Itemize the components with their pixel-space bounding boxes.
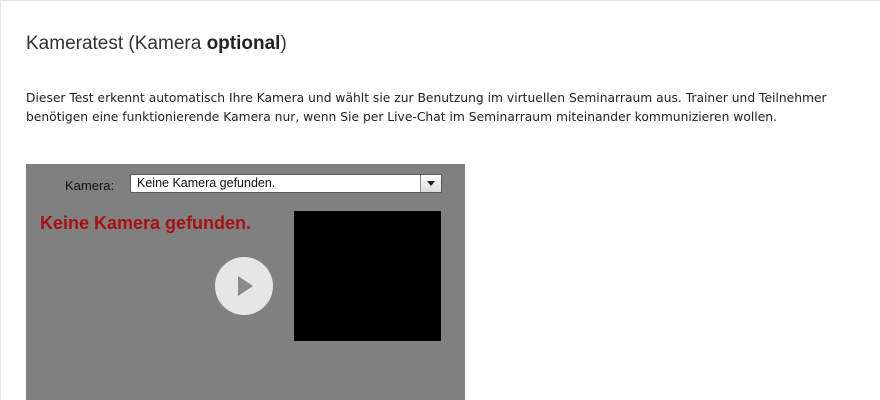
- no-camera-error: Keine Kamera gefunden.: [40, 213, 252, 233]
- section-title-emphasis: optional: [206, 33, 281, 54]
- section-title-suffix: ): [280, 33, 287, 54]
- section-title-prefix: Kameratest (Kamera: [26, 33, 207, 54]
- section-title: Kameratest (Kamera optional): [26, 33, 287, 55]
- camera-test-widget: Kamera: Keine Kamera gefunden. Keine Kam…: [26, 164, 465, 400]
- section-description: Dieser Test erkennt automatisch Ihre Kam…: [26, 91, 827, 124]
- camera-label: Kamera:: [65, 178, 115, 193]
- camera-preview: [294, 211, 441, 341]
- page: Kameratest (Kamera optional) Dieser Test…: [0, 0, 880, 400]
- play-icon: [238, 276, 253, 296]
- play-button[interactable]: [215, 257, 273, 315]
- camera-select-value: Keine Kamera gefunden.: [137, 176, 276, 190]
- camera-select[interactable]: Keine Kamera gefunden.: [130, 174, 442, 193]
- chevron-down-icon[interactable]: [420, 175, 441, 192]
